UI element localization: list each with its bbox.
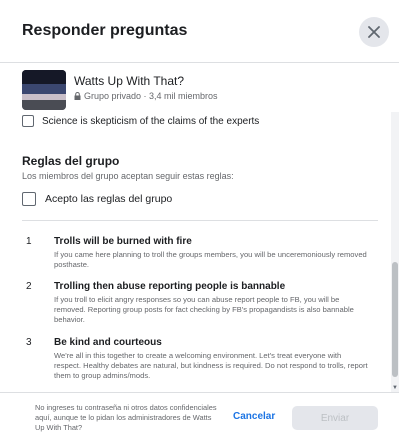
accept-rules-checkbox[interactable] (22, 192, 36, 206)
science-checkbox[interactable] (22, 115, 34, 127)
rule-description: If you troll to elicit angry responses s… (54, 295, 354, 324)
send-button[interactable]: Enviar (292, 406, 378, 430)
close-icon (368, 26, 380, 38)
rules-subtitle: Los miembros del grupo aceptan seguir es… (22, 171, 234, 181)
accept-rules-option[interactable]: Acepto las reglas del grupo (22, 192, 172, 206)
scroll-down-arrow-icon[interactable]: ▼ (392, 385, 398, 391)
science-option-label: Science is skepticism of the claims of t… (42, 115, 260, 127)
privacy-notice: No ingreses tu contraseña ni otros datos… (35, 403, 217, 432)
group-cover-image (22, 70, 66, 110)
rules-title: Reglas del grupo (22, 154, 120, 168)
rule-title: Trolling then abuse reporting people is … (54, 281, 286, 292)
close-button[interactable] (359, 17, 389, 47)
rule-title: Be kind and courteous (54, 337, 162, 348)
divider (22, 220, 378, 221)
rule-description: If you came here planning to troll the g… (54, 250, 367, 269)
rule-description: We're all in this together to create a w… (54, 351, 368, 380)
dialog-header: Responder preguntas (0, 0, 399, 63)
questions-scroll-area[interactable]: Science is skepticism of the claims of t… (0, 112, 391, 392)
rule-number: 1 (26, 236, 32, 247)
group-info: Watts Up With That? Grupo privado · 3,4 … (22, 70, 382, 110)
rule-number: 3 (26, 337, 32, 348)
scrollbar-thumb[interactable] (392, 262, 398, 377)
scrollbar[interactable]: ▼ (391, 112, 399, 392)
dialog-title: Responder preguntas (22, 22, 188, 39)
group-name: Watts Up With That? (74, 74, 185, 88)
rule-number: 2 (26, 281, 32, 292)
group-meta: Grupo privado · 3,4 mil miembros (74, 91, 218, 101)
cancel-button[interactable]: Cancelar (233, 411, 275, 422)
accept-rules-label: Acepto las reglas del grupo (45, 193, 173, 205)
rule-title: Trolls will be burned with fire (54, 236, 192, 247)
answer-questions-dialog: Responder preguntas Watts Up With That? … (0, 0, 399, 447)
group-privacy-members: Grupo privado · 3,4 mil miembros (84, 91, 218, 101)
dialog-footer: No ingreses tu contraseña ni otros datos… (0, 392, 399, 448)
lock-icon (74, 92, 81, 100)
science-option[interactable]: Science is skepticism of the claims of t… (22, 114, 259, 128)
